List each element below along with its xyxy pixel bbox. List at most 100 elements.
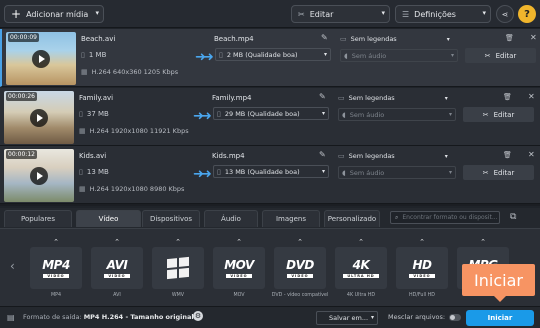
speech-bubble-icon: ▭: [340, 35, 347, 43]
windows-logo-icon: [167, 256, 189, 280]
format-avi[interactable]: ⌃ AVI VIDEO AVI: [91, 229, 149, 305]
output-format-value: MP4 H.264 - Tamanho original: [83, 313, 194, 321]
format-label: 4K Ultra HD: [346, 293, 376, 298]
start-button[interactable]: Iniciar: [466, 310, 534, 326]
chevron-up-icon: ⌃: [419, 238, 425, 246]
search-icon: ⌕: [395, 213, 399, 221]
trash-icon[interactable]: 🗑: [505, 34, 514, 42]
output-size-select[interactable]: ▯ 2 MB (Qualidade boa) ▾: [215, 48, 331, 61]
video-thumbnail[interactable]: 00:00:12: [4, 149, 74, 202]
merge-files-control: Mesclar arquivos:: [388, 313, 462, 321]
chevron-down-icon: ▾: [444, 94, 448, 102]
format-4k[interactable]: ⌃ 4K ULTRA HD 4K Ultra HD: [335, 229, 393, 305]
format-logo-text: DVD: [286, 258, 314, 272]
share-button[interactable]: ⋖: [496, 5, 514, 23]
source-file-name: Kids.avi: [79, 152, 107, 160]
rename-pencil-icon[interactable]: ✎: [321, 33, 328, 42]
subtitles-select[interactable]: ▭ Sem legendas ▾: [340, 35, 450, 43]
merge-files-label: Mesclar arquivos:: [388, 313, 446, 321]
format-card[interactable]: [152, 247, 204, 289]
play-icon[interactable]: [32, 50, 50, 68]
output-size-select[interactable]: ▯ 13 MB (Qualidade boa) ▾: [213, 165, 329, 178]
help-button[interactable]: ?: [518, 5, 536, 23]
rename-pencil-icon[interactable]: ✎: [319, 150, 326, 159]
subtitles-select[interactable]: ▭ Sem legendas ▾: [338, 152, 448, 160]
edit-file-label: Editar: [495, 51, 517, 60]
edit-file-button[interactable]: ✂ Editar: [465, 48, 536, 63]
format-wmv[interactable]: ⌃ WMV: [152, 229, 210, 305]
format-mp4[interactable]: ⌃ MP4 VIDEO MP4: [30, 229, 88, 305]
output-size-select[interactable]: ▯ 29 MB (Qualidade boa) ▾: [213, 107, 329, 120]
format-mov[interactable]: ⌃ MOV VIDEO MOV: [213, 229, 271, 305]
edit-menu-button[interactable]: ✂ Editar ▾: [291, 5, 390, 23]
format-label: MP4: [50, 293, 62, 298]
file-icon: ▯: [219, 50, 223, 59]
format-label: DVD - vídeo compatível: [271, 293, 329, 298]
format-logo-text: 4K: [352, 258, 370, 272]
video-thumbnail[interactable]: 00:00:26: [4, 91, 74, 144]
chevron-up-icon: ⌃: [114, 238, 120, 246]
scissors-icon: ✂: [482, 168, 489, 177]
audio-track-select[interactable]: ◖ Sem áudio ▾: [338, 108, 456, 121]
source-file-size: 37 MB: [86, 110, 109, 118]
file-row[interactable]: 00:00:26 Family.avi ▯ 37 MB ▦ H.264 1920x1…: [0, 88, 540, 146]
convert-arrow-icon: ➜➜: [195, 50, 214, 65]
export-profile-icon[interactable]: ⧉: [510, 212, 516, 222]
subtitles-value: Sem legendas: [348, 94, 395, 102]
rename-pencil-icon[interactable]: ✎: [319, 92, 326, 101]
format-card[interactable]: MOV VIDEO: [213, 247, 265, 289]
save-in-label: Salvar em...: [329, 314, 369, 322]
subtitles-select[interactable]: ▭ Sem legendas ▾: [338, 94, 448, 102]
audio-track-value: Sem áudio: [351, 51, 387, 60]
format-card[interactable]: HD VIDEO: [396, 247, 448, 289]
settings-menu-button[interactable]: ☰ Definições ▾: [395, 5, 491, 23]
audio-track-select[interactable]: ◖ Sem áudio ▾: [338, 166, 456, 179]
tab-popular[interactable]: Populares: [4, 210, 72, 227]
duration-badge: 00:00:09: [8, 33, 39, 42]
top-toolbar: + Adicionar mídia ▾ ✂ Editar ▾ ☰ Definiç…: [0, 0, 540, 28]
format-search-input[interactable]: ⌕ Encontrar formato ou disposit...: [390, 211, 500, 224]
format-hd[interactable]: ⌃ HD VIDEO HD/Full HD: [396, 229, 454, 305]
trash-icon[interactable]: 🗑: [503, 93, 512, 101]
format-card[interactable]: AVI VIDEO: [91, 247, 143, 289]
tab-custom[interactable]: Personalizado: [324, 210, 380, 227]
file-row[interactable]: 00:00:12 Kids.avi ▯ 13 MB ▦ H.264 1920x108…: [0, 146, 540, 204]
edit-file-button[interactable]: ✂ Editar: [463, 107, 534, 122]
play-icon[interactable]: [30, 167, 48, 185]
audio-track-select[interactable]: ◖ Sem áudio ▾: [340, 49, 458, 62]
file-icon: ▯: [217, 109, 221, 118]
chevron-left-icon[interactable]: ‹: [10, 259, 15, 273]
edit-file-button[interactable]: ✂ Editar: [463, 165, 534, 180]
format-card[interactable]: DVD VIDEO: [274, 247, 326, 289]
save-in-select[interactable]: Salvar em... ▾: [316, 311, 378, 325]
close-icon[interactable]: ✕: [528, 92, 535, 101]
merge-files-toggle[interactable]: [449, 313, 462, 321]
video-thumbnail[interactable]: 00:00:09: [6, 32, 76, 85]
chevron-down-icon: ▾: [370, 314, 374, 321]
tab-video[interactable]: Vídeo: [76, 210, 141, 227]
add-media-button[interactable]: + Adicionar mídia ▾: [4, 5, 104, 23]
audio-icon: ◖: [344, 51, 348, 60]
tab-devices[interactable]: Dispositivos: [142, 210, 200, 227]
convert-arrow-icon: ➜➜: [193, 109, 212, 124]
tab-images[interactable]: Imagens: [262, 210, 320, 227]
chevron-down-icon: ▾: [446, 35, 450, 43]
chevron-down-icon: ▾: [482, 9, 486, 17]
format-search-placeholder: Encontrar formato ou disposit...: [402, 214, 498, 221]
gear-icon[interactable]: ⚙: [193, 311, 203, 321]
plus-icon: +: [11, 7, 22, 21]
tab-audio[interactable]: Áudio: [204, 210, 258, 227]
file-row[interactable]: 00:00:09 Beach.avi ▯ 1 MB ▦ H.264 640x360 …: [0, 29, 540, 87]
close-icon[interactable]: ✕: [528, 150, 535, 159]
format-logo-text: MOV: [224, 258, 254, 272]
film-icon: ▦: [81, 68, 88, 76]
help-label: ?: [524, 8, 530, 20]
format-card[interactable]: MP4 VIDEO: [30, 247, 82, 289]
output-file-name: Family.mp4: [212, 94, 252, 102]
trash-icon[interactable]: 🗑: [503, 151, 512, 159]
close-icon[interactable]: ✕: [530, 33, 537, 42]
subtitles-value: Sem legendas: [350, 35, 397, 43]
play-icon[interactable]: [30, 109, 48, 127]
format-dvd[interactable]: ⌃ DVD VIDEO DVD - vídeo compatível: [272, 229, 332, 305]
format-card[interactable]: 4K ULTRA HD: [335, 247, 387, 289]
